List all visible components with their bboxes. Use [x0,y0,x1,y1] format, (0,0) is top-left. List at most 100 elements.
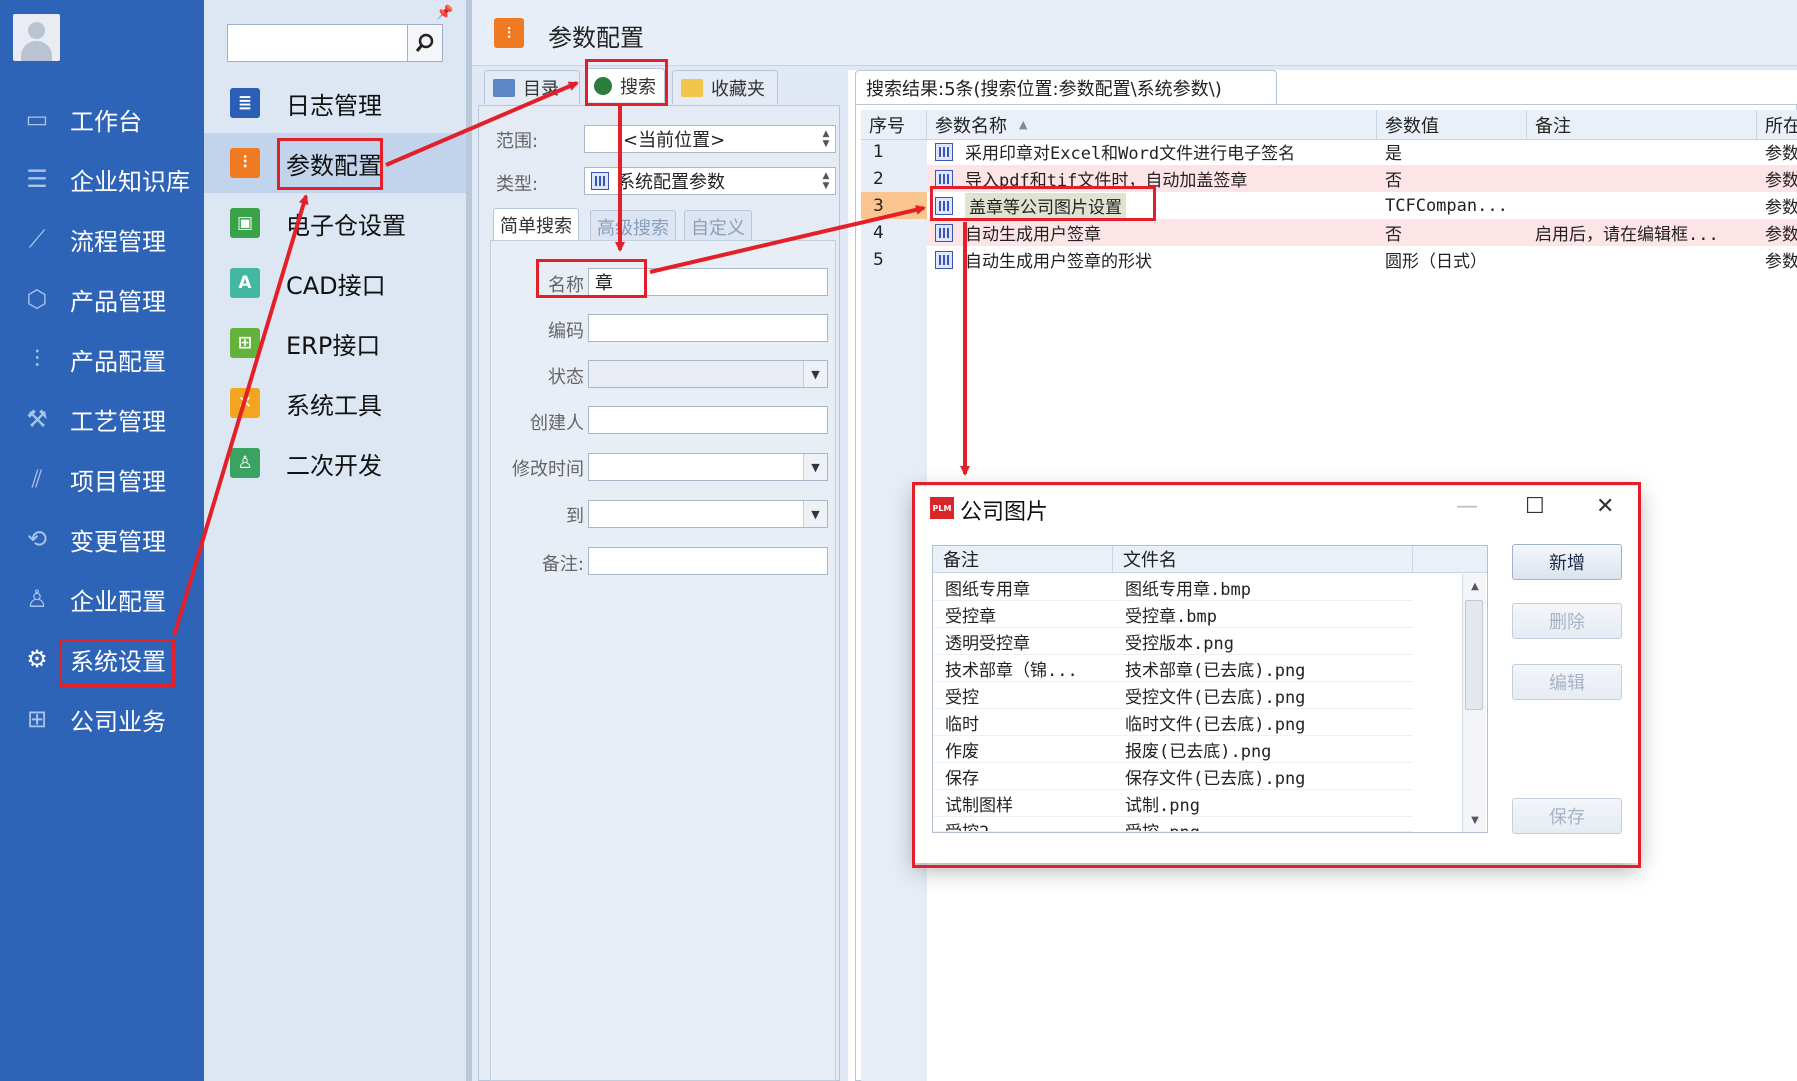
type-select[interactable]: 系统配置参数 ▲ ▼ [584,167,836,195]
column-header-value[interactable]: 参数值 [1377,110,1527,140]
tab-custom[interactable]: 自定义 [684,210,752,242]
column-header-seq[interactable]: 序号 [861,110,927,140]
subnav-item-log[interactable]: ≣ 日志管理 [204,73,466,133]
nav-item-knowledge[interactable]: ☰ 企业知识库 [0,149,204,209]
param-location: 参数 [1765,225,1797,245]
nav-item-product-config[interactable]: ⫶ 产品配置 [0,329,204,389]
status-select[interactable]: ▼ [588,360,828,388]
param-location: 参数 [1765,198,1797,218]
results-tab[interactable]: 搜索结果:5条(搜索位置:参数配置\系统参数\) [855,70,1277,104]
users-icon: ♙ [26,585,48,613]
tab-label: 自定义 [691,217,745,239]
sliders-icon: ⫶ [230,148,260,178]
erp-icon: ⊞ [230,328,260,358]
scope-value: <当前位置> [623,130,726,151]
cube-icon: ⬡ [26,285,48,313]
table-row[interactable]: 自动生成用户签章的形状 圆形（日式） 参数 [927,246,1797,273]
column-header-name[interactable]: 参数名称 ▲ [927,110,1377,140]
page-title: 参数配置 [548,24,644,52]
log-icon: ≣ [230,88,260,118]
column-header-location[interactable]: 所在 [1757,110,1797,140]
nav-label: 公司业务 [70,707,166,736]
nav-item-company-business[interactable]: ⊞ 公司业务 [0,689,204,749]
results-tab-label: 搜索结果:5条(搜索位置:参数配置\系统参数\) [866,78,1222,100]
row-seq[interactable]: 1 [861,138,927,165]
header-label: 序号 [869,115,905,137]
param-note: 启用后，请在编辑框... [1535,225,1719,245]
table-row[interactable]: 采用印章对Excel和Word文件进行电子签名 是 参数 [927,138,1797,165]
subnav-item-tools[interactable]: ✕ 系统工具 [204,373,466,433]
config-icon [591,172,609,190]
param-note [1535,138,1757,165]
nav-item-project[interactable]: ⫽ 项目管理 [0,449,204,509]
annotation-box-name-field [536,259,647,298]
row-seq[interactable]: 5 [861,246,927,273]
swap-icon: ⟲ [26,525,48,553]
modified-to-date[interactable]: ▼ [588,500,828,528]
nav-label: 产品管理 [70,287,166,316]
chevron-down-icon[interactable]: ▼ [803,361,827,387]
scope-select[interactable]: <当前位置> ▲ ▼ [584,125,836,153]
modified-time-label: 修改时间 [512,459,584,480]
modified-from-date[interactable]: ▼ [588,453,828,481]
search-icon [415,33,434,52]
remark-field[interactable] [588,547,828,575]
code-label: 编码 [548,321,584,342]
subnav-item-vault[interactable]: ▣ 电子仓设置 [204,193,466,253]
tab-directory[interactable]: 目录 [484,70,580,104]
nav-item-workbench[interactable]: ▭ 工作台 [0,89,204,149]
row-seq[interactable]: 4 [861,219,927,246]
param-value: 否 [1385,225,1402,245]
nav-item-change[interactable]: ⟲ 变更管理 [0,509,204,569]
to-label: 到 [566,506,584,527]
subnav-item-cad[interactable]: A CAD接口 [204,253,466,313]
tab-advanced-search[interactable]: 高级搜索 [590,210,676,242]
search-input[interactable] [227,24,409,62]
subnav-item-dev[interactable]: ♙ 二次开发 [204,433,466,493]
header-label: 参数值 [1385,115,1439,137]
row-seq[interactable]: 3 [861,192,927,219]
pin-icon[interactable]: 📌 [436,5,453,21]
avatar[interactable] [13,14,60,61]
type-label: 类型: [496,174,539,195]
annotation-box-system-settings [59,639,175,687]
tab-favorites[interactable]: 收藏夹 [672,70,778,104]
nav-label: 产品配置 [70,347,166,376]
creator-field[interactable] [588,406,828,434]
nav-label: 企业配置 [70,587,166,616]
tab-simple-search[interactable]: 简单搜索 [493,208,579,240]
nav-item-enterprise-config[interactable]: ♙ 企业配置 [0,569,204,629]
nav-item-process[interactable]: ⚒ 工艺管理 [0,389,204,449]
nav-item-product-management[interactable]: ⬡ 产品管理 [0,269,204,329]
param-location: 参数 [1765,171,1797,191]
status-label: 状态 [548,367,584,388]
column-header-note[interactable]: 备注 [1527,110,1757,140]
subnav-label: CAD接口 [286,271,386,300]
param-note [1535,246,1757,273]
remark-label: 备注: [541,554,584,575]
wrench-icon: ⚒ [26,405,48,433]
subnav-item-erp[interactable]: ⊞ ERP接口 [204,313,466,373]
annotation-box-search-tab [585,59,668,106]
param-note [1535,165,1757,192]
vault-icon: ▣ [230,208,260,238]
tab-label: 目录 [523,78,559,100]
sliders-icon: ⫶ [34,345,40,373]
subnav-label: 日志管理 [286,91,382,120]
chevron-down-icon[interactable]: ▼ [803,501,827,527]
nav-item-workflow[interactable]: ⟋ 流程管理 [0,209,204,269]
chevron-down-icon[interactable]: ▼ [803,454,827,480]
annotation-box-param-config [277,138,383,190]
tab-label: 高级搜索 [597,217,669,239]
param-location: 参数 [1765,252,1797,272]
row-seq[interactable]: 2 [861,165,927,192]
spinner-icon[interactable]: ▲ ▼ [819,129,833,149]
table-row[interactable]: 自动生成用户签章 否 启用后，请在编辑框... 参数 [927,219,1797,246]
search-button[interactable] [407,24,443,62]
code-field[interactable] [588,314,828,342]
annotation-box-dialog [912,482,1641,868]
param-note [1535,192,1757,219]
header-label: 所在 [1765,115,1797,137]
spinner-icon[interactable]: ▲ ▼ [819,171,833,191]
nav-label: 变更管理 [70,527,166,556]
